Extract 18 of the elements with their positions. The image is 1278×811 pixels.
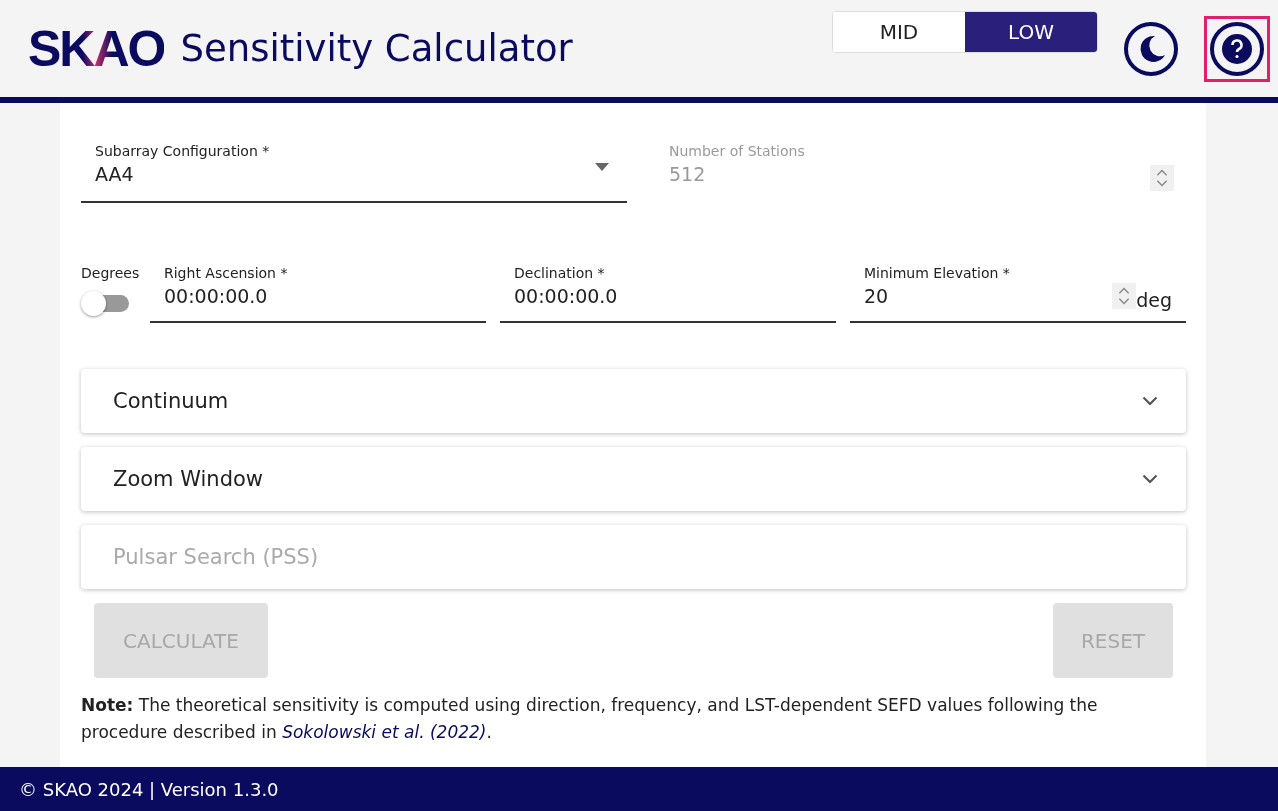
telescope-toggle[interactable]: LOW — [965, 12, 1097, 52]
footer-text: © SKAO 2024 | Version 1.3.0 — [19, 778, 279, 800]
degrees-switch[interactable] — [81, 291, 131, 315]
chevron-down-icon — [1142, 474, 1158, 484]
unit-label: deg — [1136, 289, 1172, 311]
subarray-select[interactable]: Subarray Configuration * AA4 — [81, 143, 627, 203]
chevron-down-icon — [1142, 396, 1158, 406]
dropdown-icon — [595, 163, 609, 171]
accordion-header[interactable]: Continuum — [81, 369, 1186, 433]
coordinate-field[interactable]: Declination * 00:00:00.0 — [500, 259, 836, 323]
spinner-icon[interactable] — [1112, 283, 1136, 309]
elevation-field[interactable]: Minimum Elevation * 20 deg — [850, 259, 1186, 323]
help-button[interactable] — [1204, 15, 1270, 82]
coordinate-field[interactable]: Right Ascension * 00:00:00.0 — [150, 259, 486, 323]
note-text: Note: The theoretical sensitivity is computed using direction, frequency, and LST-dependent SEFD values following the procedure described in Sokolowski et al. (2022). — [81, 694, 1099, 744]
accordion-header[interactable]: Zoom Window — [81, 447, 1186, 511]
app-title: Sensitivity Calculator — [180, 27, 574, 70]
reference-link[interactable]: Sokolowski et al. (2022) — [282, 722, 487, 742]
